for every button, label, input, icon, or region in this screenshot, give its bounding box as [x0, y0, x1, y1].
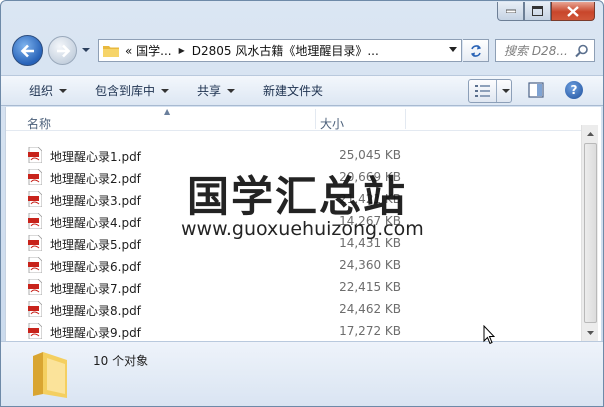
arrow-left-icon [20, 44, 34, 57]
file-name: 地理醒心录9.pdf [50, 326, 141, 340]
details-view-icon [475, 85, 490, 97]
help-button[interactable]: ? [565, 81, 583, 99]
organize-label: 组织 [29, 84, 54, 98]
new-folder-button[interactable]: 新建文件夹 [263, 82, 323, 99]
file-name: 地理醒心录3.pdf [50, 194, 141, 208]
table-row[interactable]: 地理醒心录7.pdf 22,415 KB [6, 276, 581, 298]
pdf-file-icon [28, 257, 42, 273]
mouse-cursor-icon [483, 325, 495, 345]
close-icon [567, 5, 579, 17]
search-icon [575, 44, 588, 58]
address-dropdown-icon[interactable] [449, 47, 457, 53]
pdf-file-icon [28, 301, 42, 317]
item-count: 10 个对象 [93, 354, 149, 368]
organize-menu[interactable]: 组织 [29, 82, 68, 99]
help-icon: ? [570, 83, 578, 97]
search-placeholder: 搜索 D28... [504, 44, 568, 58]
column-header: ▲ 名称 大小 [6, 107, 581, 131]
file-size: 24,462 KB [339, 302, 401, 316]
file-size: 22,415 KB [339, 280, 401, 294]
include-in-library-menu[interactable]: 包含到库中 [95, 82, 170, 99]
maximize-icon [532, 6, 543, 16]
scroll-up-icon [587, 131, 594, 136]
pdf-file-icon [28, 169, 42, 185]
pdf-file-icon [28, 235, 42, 251]
chevron-down-icon [59, 88, 68, 93]
scroll-down-button[interactable] [582, 324, 599, 341]
file-name: 地理醒心录1.pdf [50, 150, 141, 164]
breadcrumb-separator-icon[interactable]: ▶ [179, 46, 185, 55]
back-button[interactable] [12, 35, 43, 66]
view-button-divider [496, 80, 497, 102]
maximize-button[interactable] [524, 2, 551, 21]
breadcrumb-segment-current[interactable]: D2805 风水古籍《地理醒目录》... [192, 42, 379, 59]
folder-icon [103, 46, 119, 57]
pdf-file-icon [28, 323, 42, 339]
sort-ascending-icon: ▲ [164, 107, 171, 116]
search-input[interactable]: 搜索 D28... [495, 39, 595, 62]
scroll-down-icon [587, 330, 594, 335]
file-name: 地理醒心录8.pdf [50, 304, 141, 318]
table-row[interactable]: 地理醒心录6.pdf 24,360 KB [6, 254, 581, 276]
pdf-file-icon [28, 213, 42, 229]
refresh-icon [470, 44, 481, 57]
chevron-down-icon [227, 88, 236, 93]
share-label: 共享 [197, 84, 222, 98]
column-divider[interactable] [315, 109, 316, 129]
explorer-window: « 国学... ▶ D2805 风水古籍《地理醒目录》... 搜索 D28...… [0, 0, 604, 407]
breadcrumb-segment-root[interactable]: « 国学... [125, 42, 172, 59]
file-size: 24,360 KB [339, 258, 401, 272]
file-name: 地理醒心录7.pdf [50, 282, 141, 296]
navigation-bar: « 国学... ▶ D2805 风水古籍《地理醒目录》... 搜索 D28... [1, 31, 603, 71]
address-bar[interactable]: « 国学... ▶ D2805 风水古籍《地理醒目录》... [98, 39, 462, 62]
file-name: 地理醒心录5.pdf [50, 238, 141, 252]
recent-pages-dropdown-icon[interactable] [81, 45, 91, 55]
minimize-icon [505, 9, 516, 13]
pdf-file-icon [28, 279, 42, 295]
folder-icon [33, 352, 67, 398]
scroll-up-button[interactable] [582, 125, 599, 142]
pdf-file-icon [28, 147, 42, 163]
scrollbar-thumb[interactable] [584, 143, 597, 323]
watermark-title: 国学汇总站 [187, 172, 408, 221]
new-folder-label: 新建文件夹 [263, 84, 324, 98]
command-bar: 组织 包含到库中 共享 新建文件夹 ? [1, 75, 603, 106]
file-name: 地理醒心录6.pdf [50, 260, 141, 274]
file-size: 25,045 KB [339, 148, 401, 162]
column-size-header[interactable]: 大小 [320, 115, 344, 132]
chevron-down-icon [161, 88, 170, 93]
details-pane: 10 个对象 [1, 341, 603, 406]
column-name-header[interactable]: 名称 [27, 115, 51, 132]
arrow-right-icon [56, 44, 70, 57]
close-button[interactable] [551, 2, 595, 21]
change-view-button[interactable] [468, 79, 512, 103]
pdf-file-icon [28, 191, 42, 207]
minimize-button[interactable] [497, 2, 524, 21]
caption-buttons [497, 2, 595, 21]
forward-button[interactable] [48, 36, 77, 65]
vertical-scrollbar[interactable] [581, 125, 598, 341]
table-row[interactable]: 地理醒心录8.pdf 24,462 KB [6, 298, 581, 320]
share-menu[interactable]: 共享 [197, 82, 236, 99]
view-dropdown-icon[interactable] [502, 89, 510, 93]
file-name: 地理醒心录2.pdf [50, 172, 141, 186]
watermark-url: www.guoxuehuizong.com [181, 218, 424, 240]
preview-pane-icon[interactable] [528, 82, 544, 98]
include-in-library-label: 包含到库中 [95, 84, 156, 98]
file-name: 地理醒心录4.pdf [50, 216, 141, 230]
column-divider[interactable] [405, 109, 406, 129]
file-size: 17,272 KB [339, 324, 401, 338]
refresh-button[interactable] [463, 39, 489, 62]
